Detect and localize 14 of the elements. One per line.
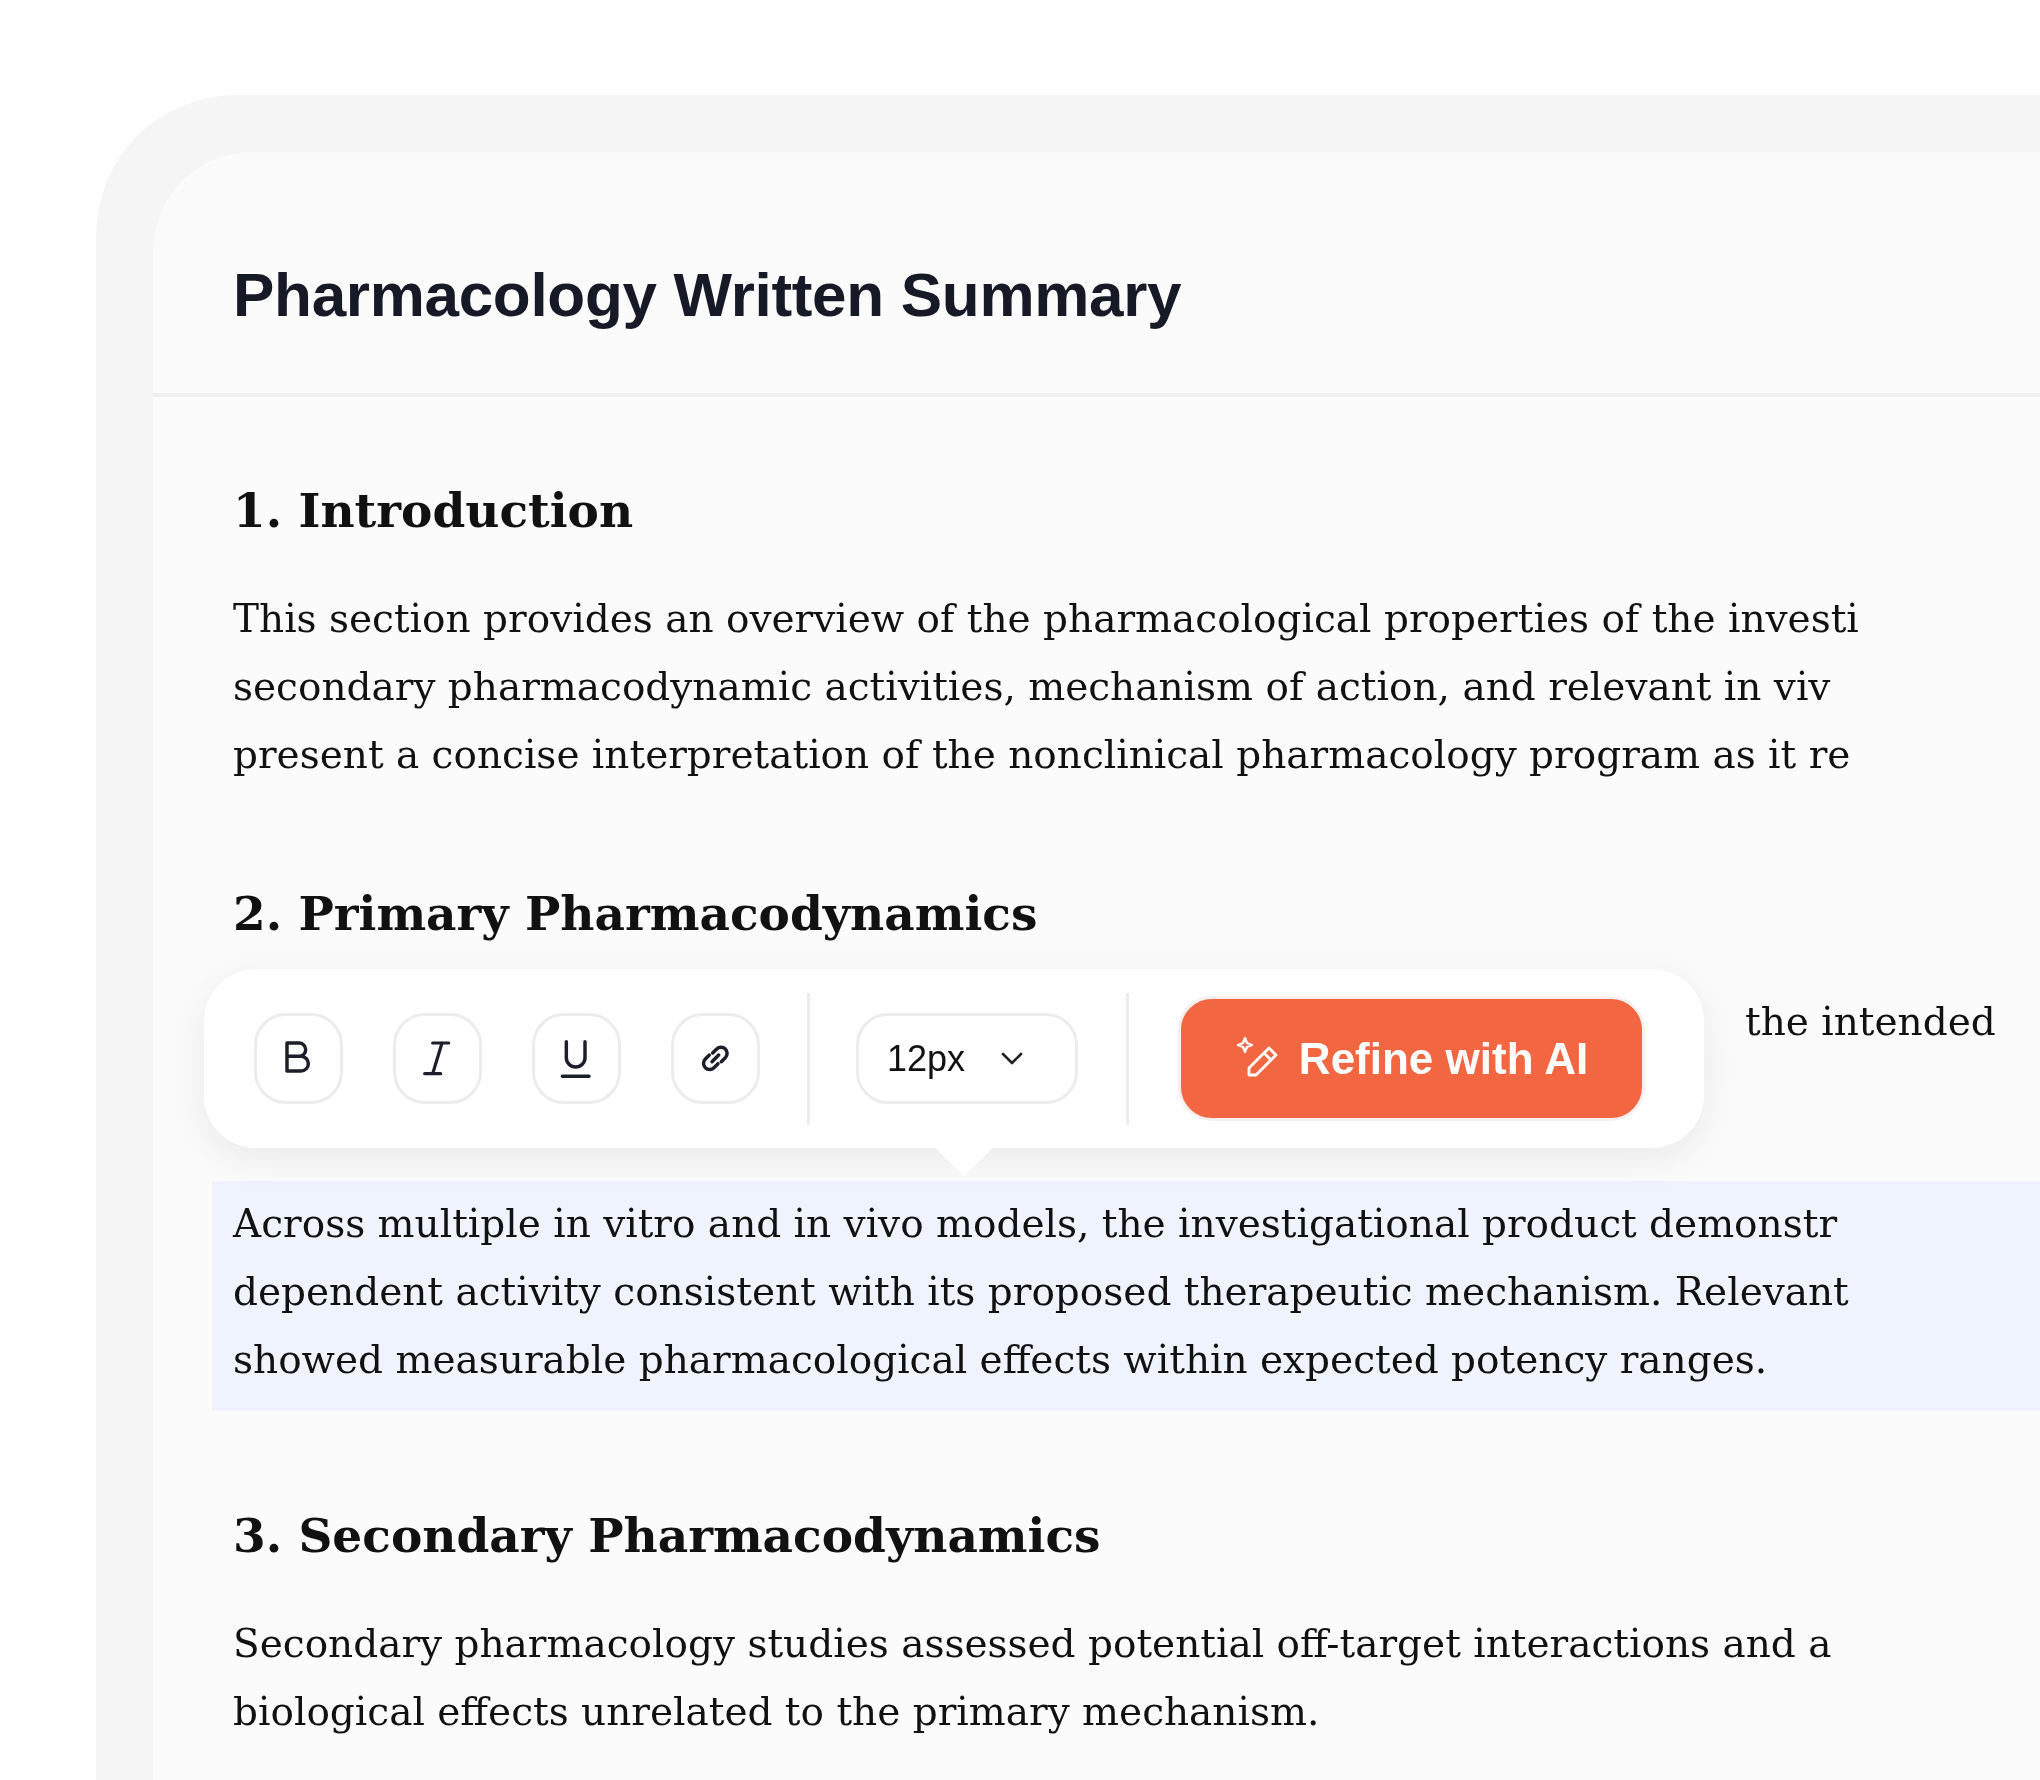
paragraph: This section provides an overview of the pharmacological properties of the investi secondary pharmacodynamic activities, mechanism of action, and relevant in viv present a concise interpretation of the nonclinical pharmacology program as it re [232, 595, 1860, 779]
paragraph: Secondary pharmacology studies assessed potential off-target interactions and a biological effects unrelated to the primary mechanism. [232, 1620, 1833, 1736]
bold-button[interactable] [254, 1013, 343, 1104]
document-title: Pharmacology Written Summary [233, 259, 1183, 331]
link-button[interactable] [671, 1013, 760, 1104]
section-heading: 3. Secondary Pharmacodynamics [233, 1507, 1101, 1565]
chevron-down-icon [1001, 1051, 1024, 1066]
underline-button[interactable] [532, 1013, 621, 1104]
section-heading: 2. Primary Pharmacodynamics [233, 885, 1038, 943]
font-size-dropdown[interactable]: 12px [856, 1013, 1078, 1104]
italic-button[interactable] [393, 1013, 482, 1104]
section-heading: 1. Introduction [233, 482, 634, 540]
selected-paragraph: Across multiple in vitro and in vivo models, the investigational product demonstr dependent activity consistent with its proposed therapeutic mechanism. Relevant showed measurable pharmacological effects within expected potency ranges. [212, 1181, 2040, 1411]
paragraph: the intended [1744, 998, 1996, 1046]
